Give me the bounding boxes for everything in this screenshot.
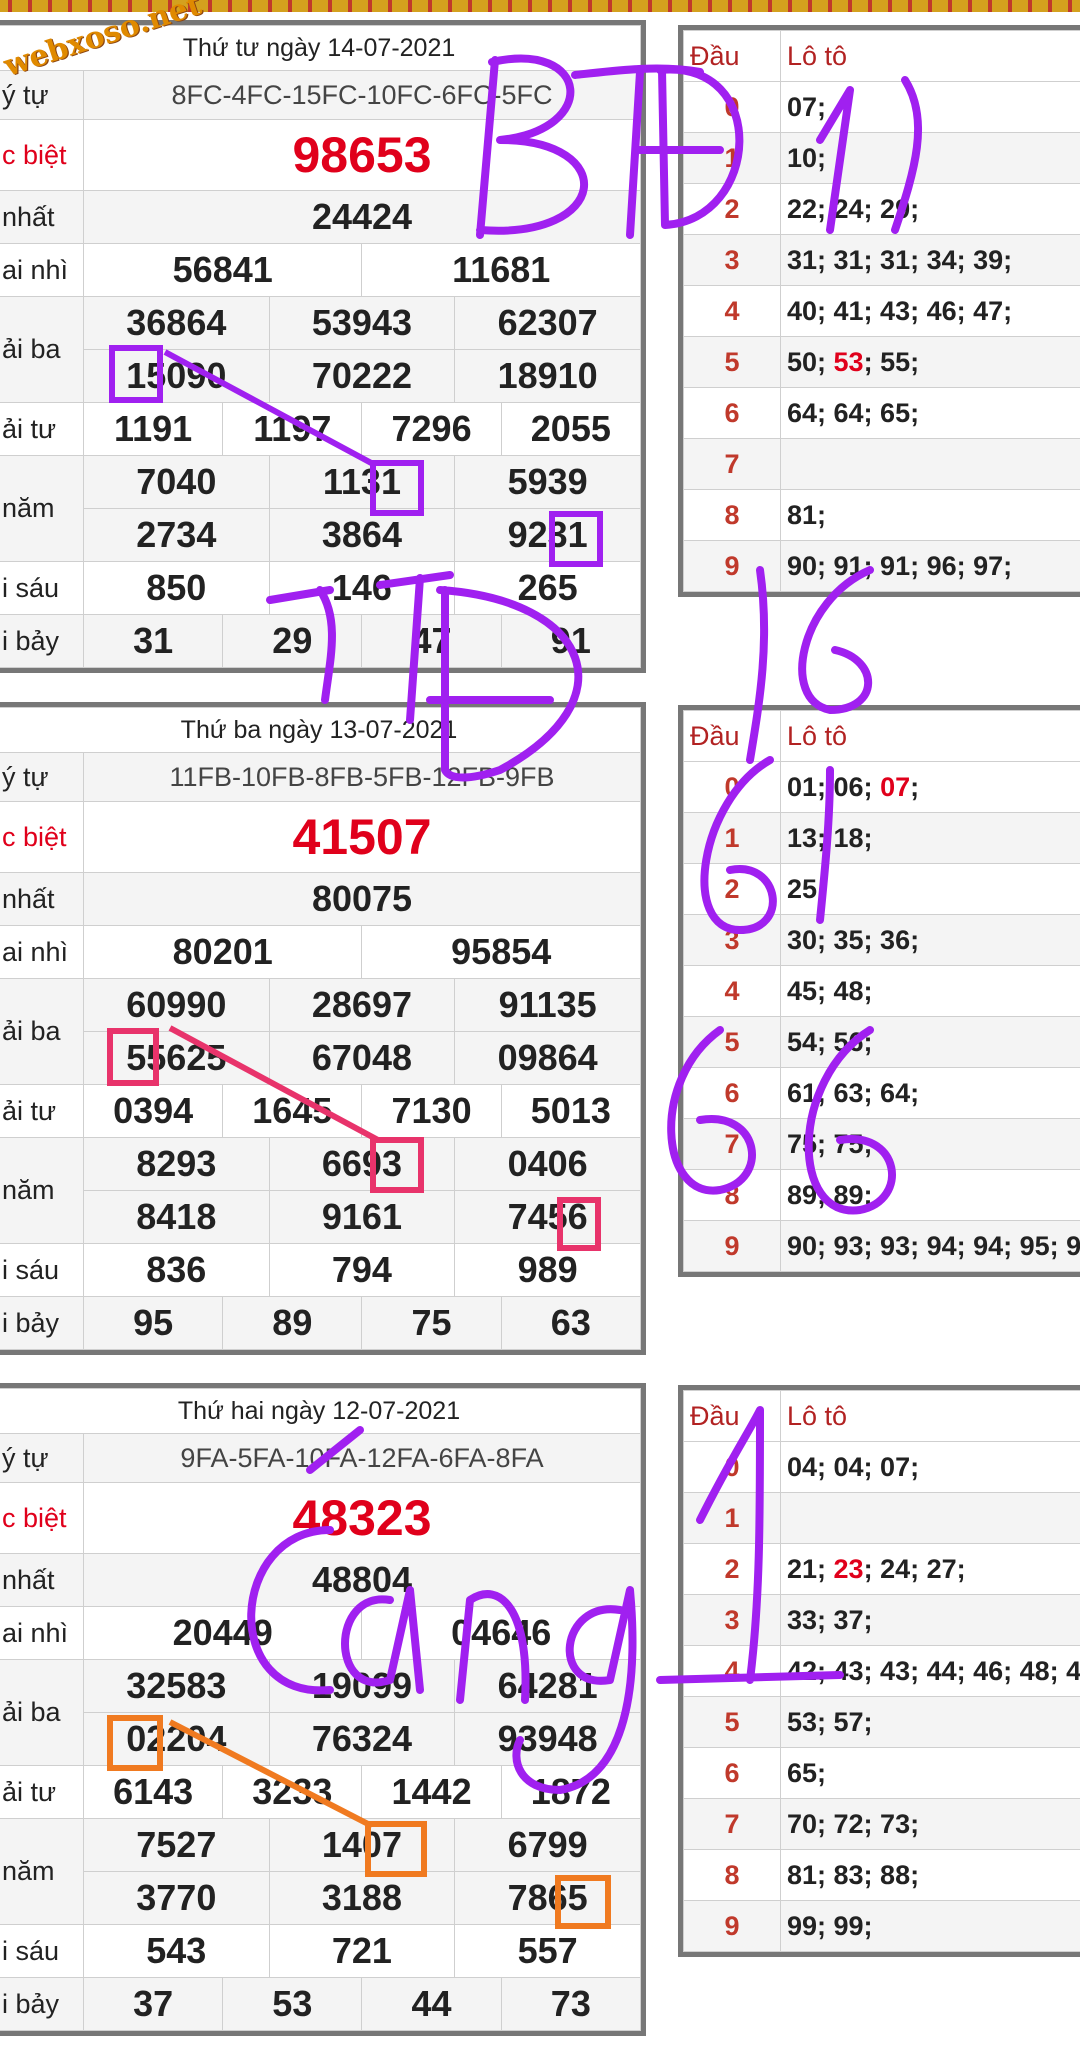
marker-box [549, 511, 603, 567]
marker-line [163, 349, 377, 468]
marker-box [370, 460, 424, 516]
marker-box [370, 1137, 424, 1193]
handwriting-overlay [107, 54, 923, 1929]
marker-box [109, 345, 163, 403]
marker-line [168, 1719, 374, 1829]
handwriting-stroke-11 [816, 76, 923, 234]
handwriting-stroke-1 [656, 1406, 844, 1684]
handwriting-stroke-16 [746, 566, 874, 764]
handwriting-stroke-66 [667, 1026, 896, 1215]
handwriting-stroke-ttd [266, 571, 583, 782]
handwriting-stroke-61 [700, 756, 834, 934]
handwriting-stroke-d-top [636, 65, 744, 229]
marker-box [555, 1875, 611, 1929]
handwriting-stroke-cang [247, 1426, 637, 1794]
handwriting-stroke-b [476, 54, 589, 239]
marker-line [168, 1025, 380, 1143]
marker-box [107, 1028, 159, 1086]
marker-box [557, 1197, 601, 1251]
marker-box [365, 1821, 427, 1877]
marker-box [107, 1715, 163, 1771]
